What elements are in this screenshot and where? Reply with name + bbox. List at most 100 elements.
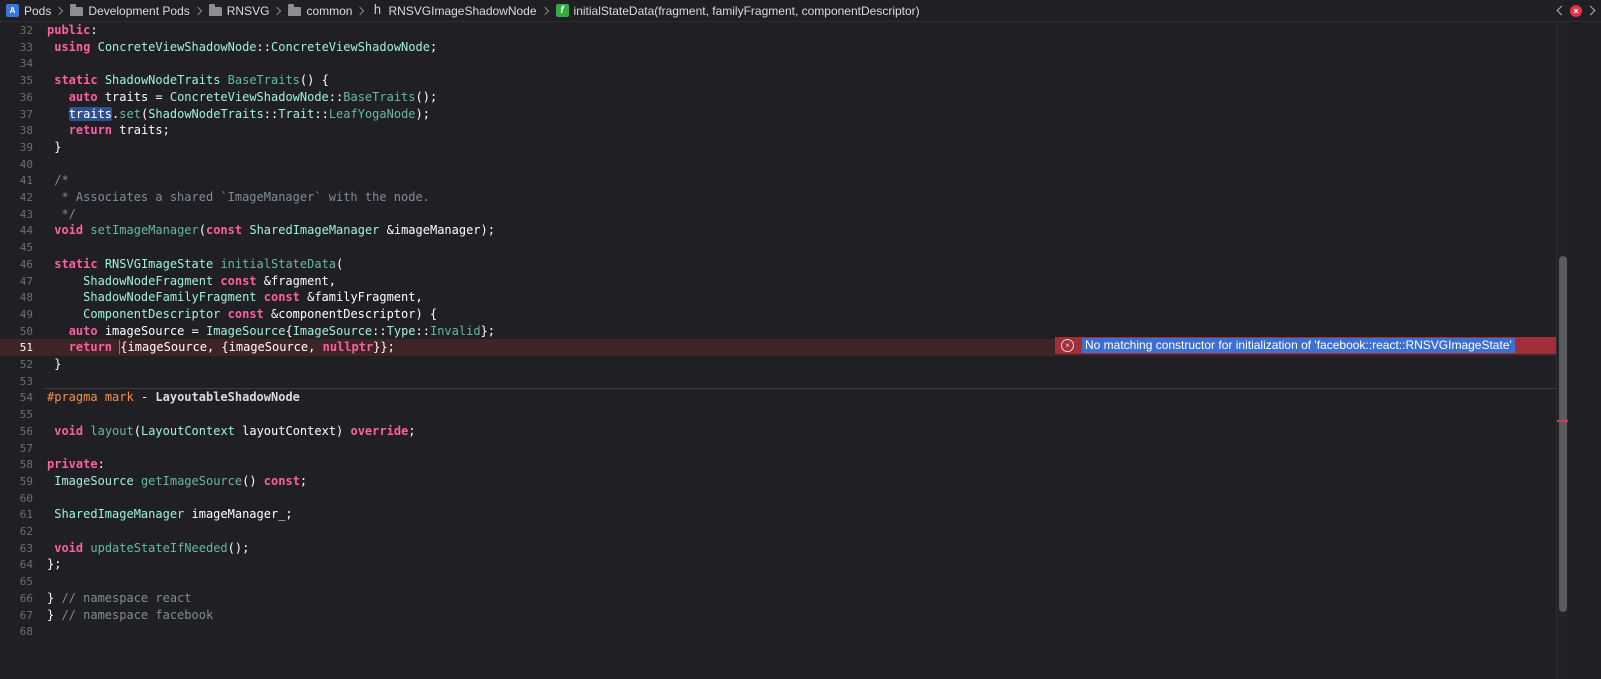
line-number: 41: [19, 174, 33, 188]
code-text: */: [47, 206, 76, 221]
code-line: 35 static ShadowNodeTraits BaseTraits() …: [0, 72, 1556, 89]
line-number: 58: [19, 458, 33, 472]
code-line: 65: [0, 573, 1556, 590]
breadcrumb-label: Pods: [24, 3, 52, 18]
code-text: ImageSource getImageSource() const;: [54, 473, 308, 488]
line-number: 38: [19, 124, 33, 138]
code-text: #pragma mark - LayoutableShadowNode: [47, 390, 300, 405]
code-text: void layout(LayoutContext layoutContext)…: [54, 423, 416, 438]
line-number: 37: [19, 107, 33, 121]
line-number: 42: [19, 191, 33, 204]
code-line: 68: [0, 623, 1556, 640]
line-number: 51: [19, 341, 33, 355]
chevron-right-icon: [356, 6, 365, 15]
line-number: 54: [19, 391, 33, 405]
code-text: }: [47, 357, 62, 371]
code-text: } // namespace facebook: [47, 607, 214, 622]
chevron-right-icon: [540, 6, 549, 15]
error-icon: ×: [1061, 339, 1074, 352]
code-text: void updateStateIfNeeded();: [54, 540, 250, 555]
code-line: 36 auto traits = ConcreteViewShadowNode:…: [0, 89, 1556, 106]
code-line: 55: [0, 406, 1556, 423]
line-number: 35: [19, 74, 33, 88]
code-line: 62: [0, 523, 1556, 540]
code-text: }: [47, 139, 62, 154]
code-line: 57: [0, 440, 1556, 457]
code-line: 60: [0, 490, 1556, 507]
code-text: ShadowNodeFamilyFragment const &familyFr…: [83, 290, 423, 305]
breadcrumb-development-pods[interactable]: Development Pods: [70, 0, 208, 21]
code-line: 58 private:: [0, 456, 1556, 473]
line-number: 52: [19, 358, 33, 371]
line-number: 61: [19, 508, 33, 522]
line-number: 59: [19, 474, 33, 488]
line-number: 49: [19, 307, 33, 321]
line-number: 62: [19, 525, 33, 538]
breadcrumb-pods[interactable]: A Pods: [0, 0, 70, 21]
line-number: 50: [19, 324, 33, 338]
code-line: 38 return traits;: [0, 122, 1556, 139]
code-text: /*: [47, 173, 69, 188]
jump-bar: A Pods Development Pods RNSVG common h R…: [0, 0, 1601, 22]
code-text: static ShadowNodeTraits BaseTraits() {: [54, 73, 329, 88]
code-line: 45: [0, 239, 1556, 256]
breadcrumb-rnsvg[interactable]: RNSVG: [208, 0, 289, 21]
code-line: 63 void updateStateIfNeeded();: [0, 540, 1556, 557]
code-text: ComponentDescriptor const &componentDesc…: [83, 306, 438, 321]
line-number: 36: [19, 90, 33, 104]
code-text: * Associates a shared `ImageManager` wit…: [47, 190, 430, 204]
line-number: 45: [19, 241, 33, 255]
line-number: 63: [19, 541, 33, 555]
error-annotation[interactable]: × No matching constructor for initializa…: [1055, 337, 1556, 354]
code-text: public:: [47, 23, 98, 37]
line-number: 56: [19, 424, 33, 438]
code-line: 34: [0, 55, 1556, 72]
line-number: 67: [19, 608, 33, 622]
error-badge-icon[interactable]: ×: [1570, 4, 1582, 17]
project-icon: A: [6, 4, 19, 17]
code-line: 48 ShadowNodeFamilyFragment const &famil…: [0, 289, 1556, 306]
line-number: 47: [19, 274, 33, 288]
next-issue-icon[interactable]: [1585, 5, 1596, 16]
previous-issue-icon[interactable]: [1556, 5, 1567, 16]
line-number: 40: [19, 157, 33, 171]
code-line: 39 }: [0, 139, 1556, 156]
breadcrumb-label: RNSVGImageShadowNode: [388, 3, 537, 18]
code-text: static RNSVGImageState initialStateData(: [54, 256, 344, 271]
line-number: 57: [19, 441, 33, 455]
code-line: 52 }: [0, 356, 1556, 373]
code-line: 37 traits.set(ShadowNodeTraits::Trait::L…: [0, 106, 1556, 123]
issue-navigation: ×: [1553, 0, 1601, 21]
breadcrumb-header-file[interactable]: h RNSVGImageShadowNode: [371, 0, 555, 21]
code-text: return traits;: [68, 123, 170, 138]
code-line: 46 static RNSVGImageState initialStateDa…: [0, 256, 1556, 273]
folder-icon: [288, 4, 302, 16]
code-line: 32 public:: [0, 22, 1556, 39]
line-number: 33: [19, 40, 33, 54]
scrollbar-thumb[interactable]: [1559, 256, 1567, 612]
line-number: 68: [19, 625, 33, 639]
code-text: return {imageSource, {imageSource, nullp…: [68, 340, 395, 355]
code-text: };: [47, 557, 62, 572]
code-line: 66} // namespace react: [0, 590, 1556, 607]
breadcrumb-label: RNSVG: [226, 3, 270, 18]
breadcrumb-label: Development Pods: [88, 3, 190, 18]
breadcrumb-function[interactable]: f initialStateData(fragment, familyFragm…: [555, 0, 920, 21]
line-number: 66: [19, 591, 33, 605]
code-text: traits.set(ShadowNodeTraits::Trait::Leaf…: [68, 106, 430, 121]
code-text: SharedImageManager imageManager_;: [54, 507, 293, 522]
line-number: 34: [19, 57, 33, 71]
code-text: ShadowNodeFragment const &fragment,: [83, 273, 337, 288]
error-message: No matching constructor for initializati…: [1082, 338, 1515, 353]
code-line: 47 ShadowNodeFragment const &fragment,: [0, 273, 1556, 290]
code-line: 43 */: [0, 206, 1556, 223]
minimap-gutter: [1568, 22, 1601, 679]
line-number: 65: [19, 575, 33, 589]
code-text: private:: [47, 457, 105, 472]
breadcrumb-common[interactable]: common: [288, 0, 371, 21]
line-number: 46: [19, 257, 33, 271]
xcode-editor-window: A Pods Development Pods RNSVG common h R…: [0, 0, 1601, 679]
chevron-right-icon: [193, 6, 202, 15]
code-text: void setImageManager(const SharedImageMa…: [54, 223, 495, 238]
code-line: 54 #pragma mark - LayoutableShadowNode: [0, 389, 1556, 406]
